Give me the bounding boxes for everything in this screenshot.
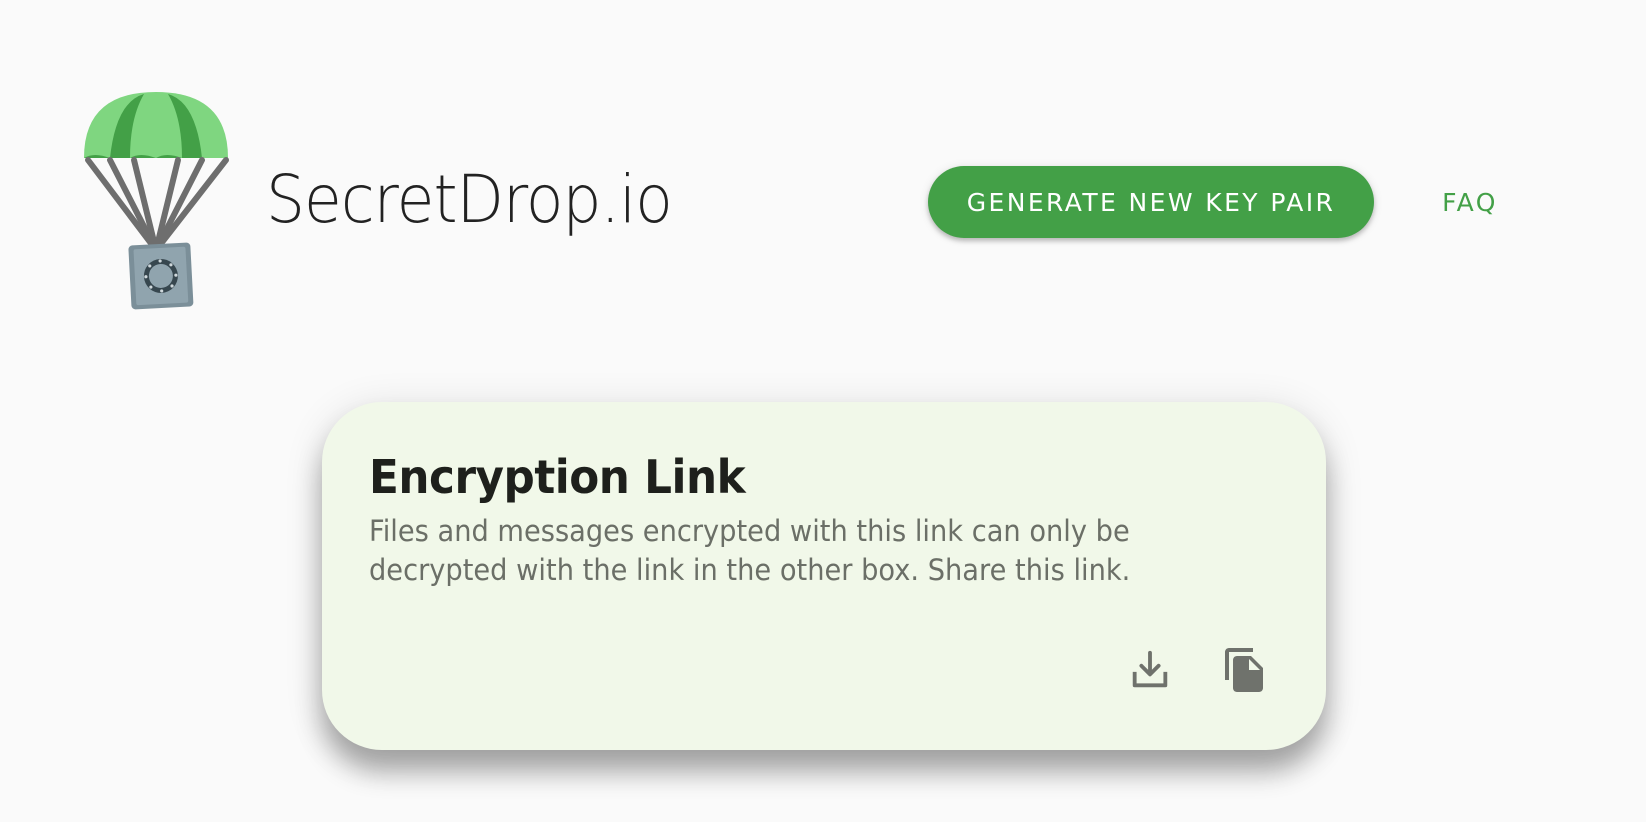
copy-button[interactable] [1217,642,1273,698]
parachute-safe-logo-icon [84,92,229,310]
generate-key-pair-button[interactable]: GENERATE NEW KEY PAIR [928,166,1374,238]
page: SecretDrop.io GENERATE NEW KEY PAIR FAQ … [0,0,1646,822]
download-button[interactable] [1122,642,1178,698]
encryption-link-card: Encryption Link Files and messages encry… [322,402,1326,750]
app-title: SecretDrop.io [266,161,673,238]
faq-link[interactable]: FAQ [1418,166,1522,238]
download-icon [1132,650,1168,688]
card-description: Files and messages encrypted with this l… [369,514,1131,587]
copy-icon [1225,648,1263,692]
card-title: Encryption Link [369,450,746,504]
